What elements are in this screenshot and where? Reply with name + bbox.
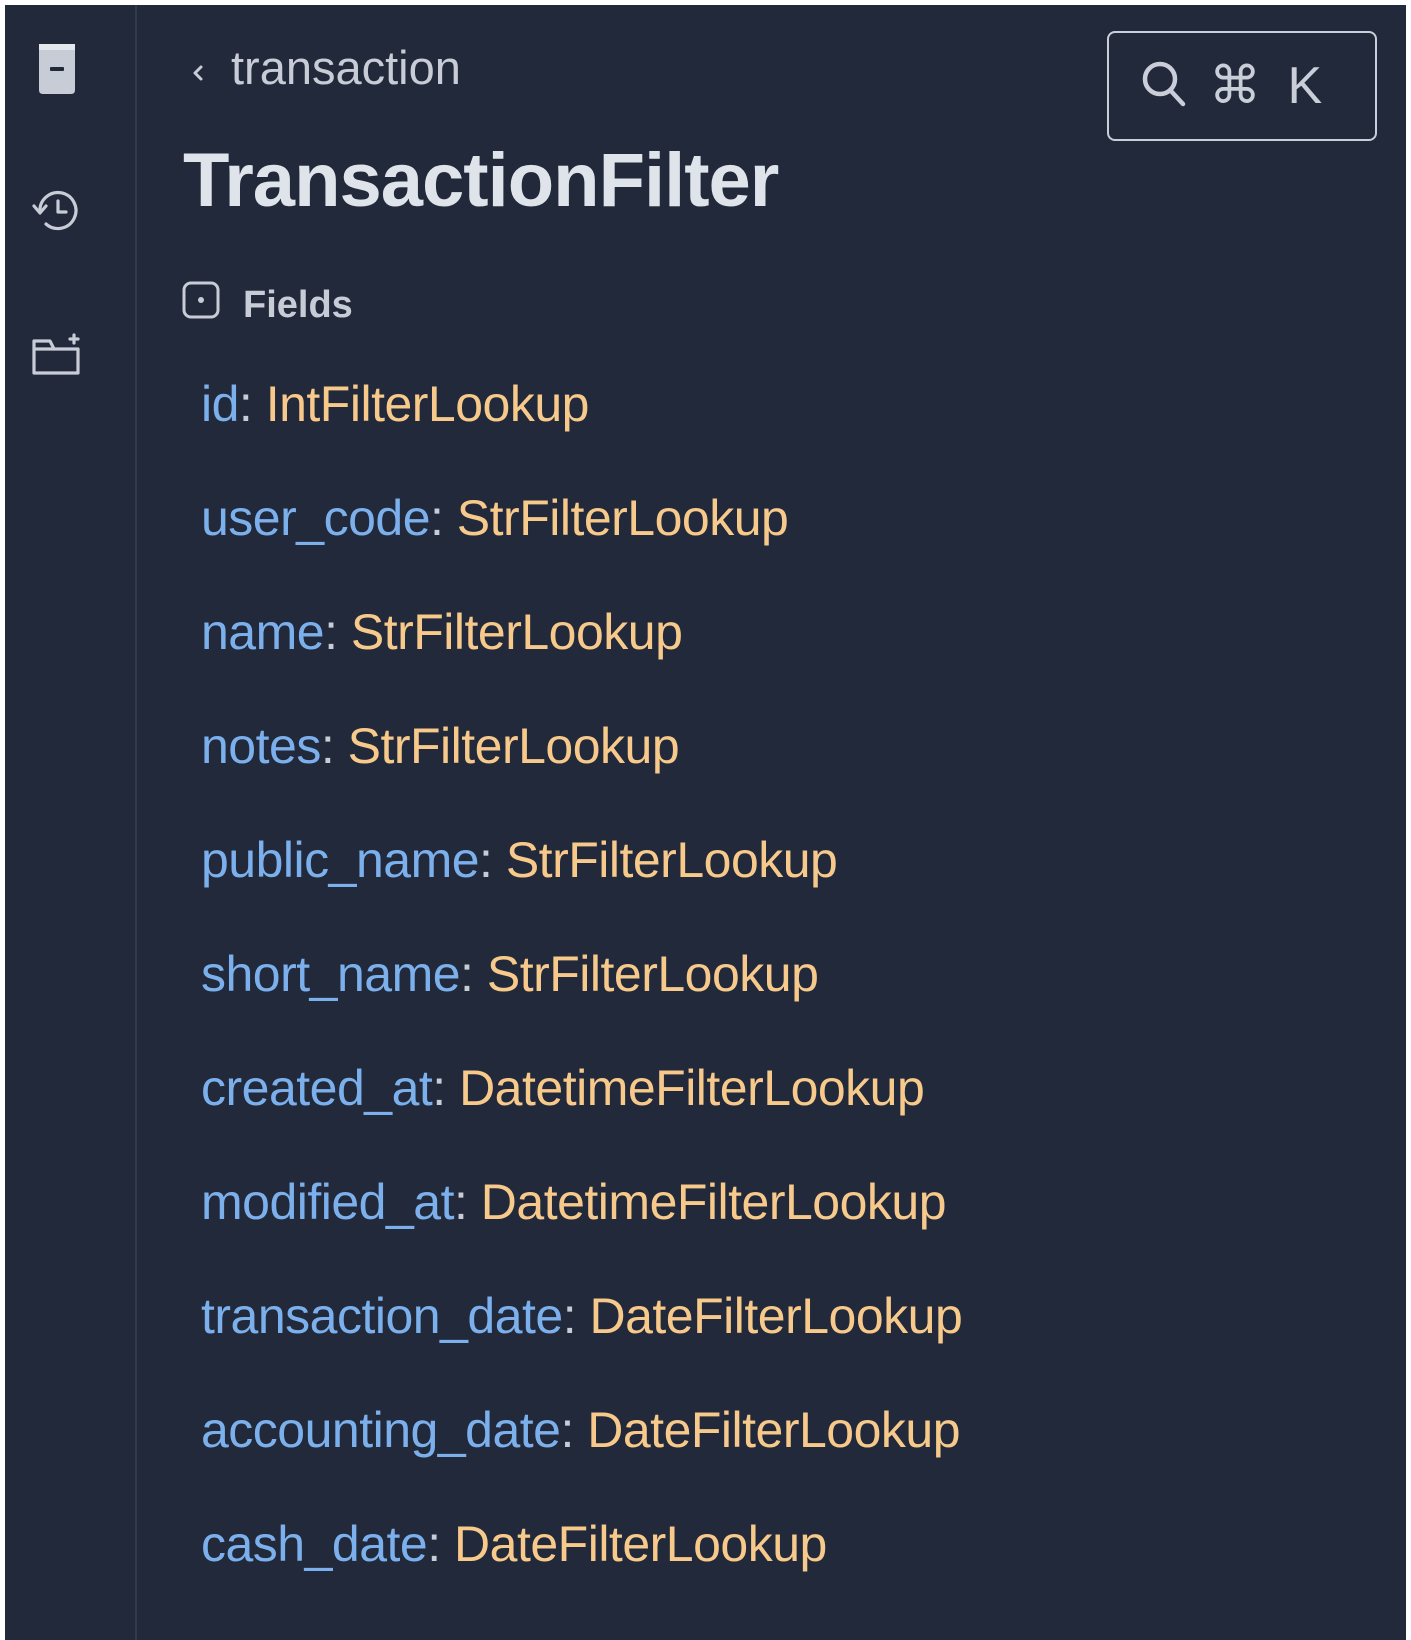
field-separator: : — [430, 490, 457, 546]
search-icon — [1141, 60, 1187, 113]
main-content: transaction TransactionFilter ⌘ K Fields — [137, 5, 1406, 1640]
field-separator: : — [432, 1060, 460, 1116]
field-name-link[interactable]: modified_at — [201, 1174, 455, 1230]
field-separator: : — [562, 1288, 590, 1344]
field-separator: : — [560, 1402, 588, 1458]
field-type-link[interactable]: StrFilterLookup — [348, 718, 680, 774]
fields-icon — [181, 280, 243, 330]
field-row: name: StrFilterLookup — [201, 603, 962, 717]
breadcrumb-back-link[interactable]: transaction — [187, 40, 461, 95]
field-type-link[interactable]: DateFilterLookup — [454, 1516, 827, 1572]
field-type-link[interactable]: DateFilterLookup — [590, 1288, 963, 1344]
history-button[interactable] — [29, 183, 85, 239]
breadcrumb-label: transaction — [231, 41, 461, 94]
field-separator: : — [460, 946, 487, 1002]
field-separator: : — [479, 832, 506, 888]
field-type-link[interactable]: DatetimeFilterLookup — [481, 1174, 947, 1230]
section-label: Fields — [243, 283, 353, 326]
field-row: accounting_date: DateFilterLookup — [201, 1401, 962, 1515]
field-name-link[interactable]: user_code — [201, 490, 431, 546]
field-row: created_at: DatetimeFilterLookup — [201, 1059, 962, 1173]
folder-plus-icon — [30, 331, 84, 379]
field-type-link[interactable]: IntFilterLookup — [266, 376, 590, 432]
field-type-link[interactable]: StrFilterLookup — [487, 946, 819, 1002]
field-type-link[interactable]: StrFilterLookup — [351, 604, 683, 660]
field-row: user_code: StrFilterLookup — [201, 489, 962, 603]
history-icon — [30, 186, 84, 236]
field-type-link[interactable]: StrFilterLookup — [506, 832, 838, 888]
field-row: short_name: StrFilterLookup — [201, 945, 962, 1059]
field-name-link[interactable]: id — [201, 376, 239, 432]
docs-explorer-panel: transaction TransactionFilter ⌘ K Fields — [5, 5, 1406, 1640]
field-separator: : — [324, 604, 351, 660]
field-row: public_name: StrFilterLookup — [201, 831, 962, 945]
field-row: notes: StrFilterLookup — [201, 717, 962, 831]
new-folder-button[interactable] — [29, 327, 85, 383]
field-type-link[interactable]: DateFilterLookup — [587, 1402, 960, 1458]
book-icon — [33, 42, 81, 96]
field-row: cash_date: DateFilterLookup — [201, 1515, 962, 1629]
field-name-link[interactable]: public_name — [201, 832, 480, 888]
field-separator: : — [454, 1174, 481, 1230]
chevron-left-icon — [187, 40, 231, 95]
field-name-link[interactable]: name — [201, 604, 325, 660]
sidebar-rail — [5, 5, 137, 1640]
field-name-link[interactable]: cash_date — [201, 1516, 428, 1572]
field-name-link[interactable]: short_name — [201, 946, 461, 1002]
field-row: id: IntFilterLookup — [201, 375, 962, 489]
fields-section-header: Fields — [181, 280, 353, 330]
field-row: transaction_date: DateFilterLookup — [201, 1287, 963, 1401]
search-shortcut: ⌘ K — [1209, 57, 1329, 115]
field-separator: : — [320, 718, 348, 774]
field-name-link[interactable]: created_at — [201, 1060, 433, 1116]
field-row: modified_at: DatetimeFilterLookup — [201, 1173, 962, 1287]
field-name-link[interactable]: transaction_date — [201, 1288, 563, 1344]
field-separator: : — [238, 376, 266, 432]
page-title: TransactionFilter — [183, 138, 779, 223]
field-separator: : — [427, 1516, 455, 1572]
fields-list: id: IntFilterLookup user_code: StrFilter… — [201, 375, 963, 1629]
field-name-link[interactable]: accounting_date — [201, 1402, 561, 1458]
search-button[interactable]: ⌘ K — [1107, 31, 1377, 141]
field-type-link[interactable]: DatetimeFilterLookup — [459, 1060, 925, 1116]
field-name-link[interactable]: notes — [201, 718, 321, 774]
field-type-link[interactable]: StrFilterLookup — [457, 490, 789, 546]
docs-button[interactable] — [29, 41, 85, 97]
